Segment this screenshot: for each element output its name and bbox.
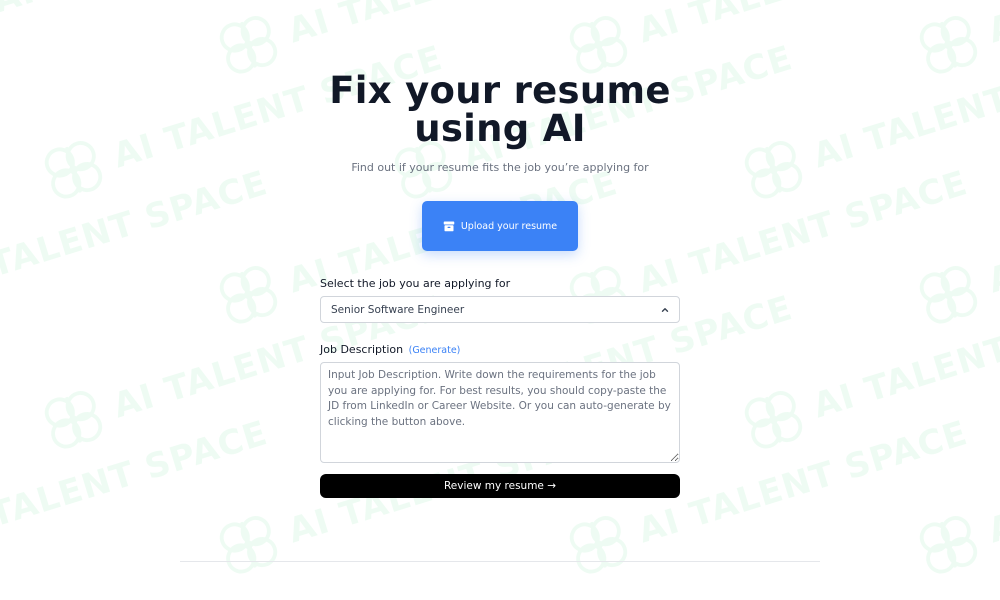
page-title: Fix your resume using AI	[0, 72, 1000, 148]
job-select-value: Senior Software Engineer	[331, 303, 465, 316]
page-title-line-1: Fix your resume	[329, 69, 671, 112]
page-title-line-2: using AI	[414, 107, 586, 150]
archive-box-icon	[443, 220, 455, 232]
chevron-up-icon	[660, 305, 670, 315]
main-content: Fix your resume using AI Find out if you…	[0, 0, 1000, 600]
job-select-label: Select the job you are applying for	[320, 277, 511, 290]
footer-divider	[180, 561, 820, 562]
job-description-label-row: Job Description (Generate)	[320, 343, 460, 356]
upload-resume-label: Upload your resume	[460, 220, 558, 232]
generate-link[interactable]: (Generate)	[409, 345, 461, 356]
job-select-dropdown[interactable]: Senior Software Engineer	[320, 296, 680, 323]
job-description-field[interactable]	[320, 362, 680, 463]
job-description-label: Job Description	[320, 343, 404, 356]
page-subtitle: Find out if your resume fits the job you…	[351, 161, 649, 174]
review-resume-button[interactable]: Review my resume →	[320, 474, 680, 498]
upload-resume-button[interactable]: Upload your resume	[422, 201, 578, 251]
